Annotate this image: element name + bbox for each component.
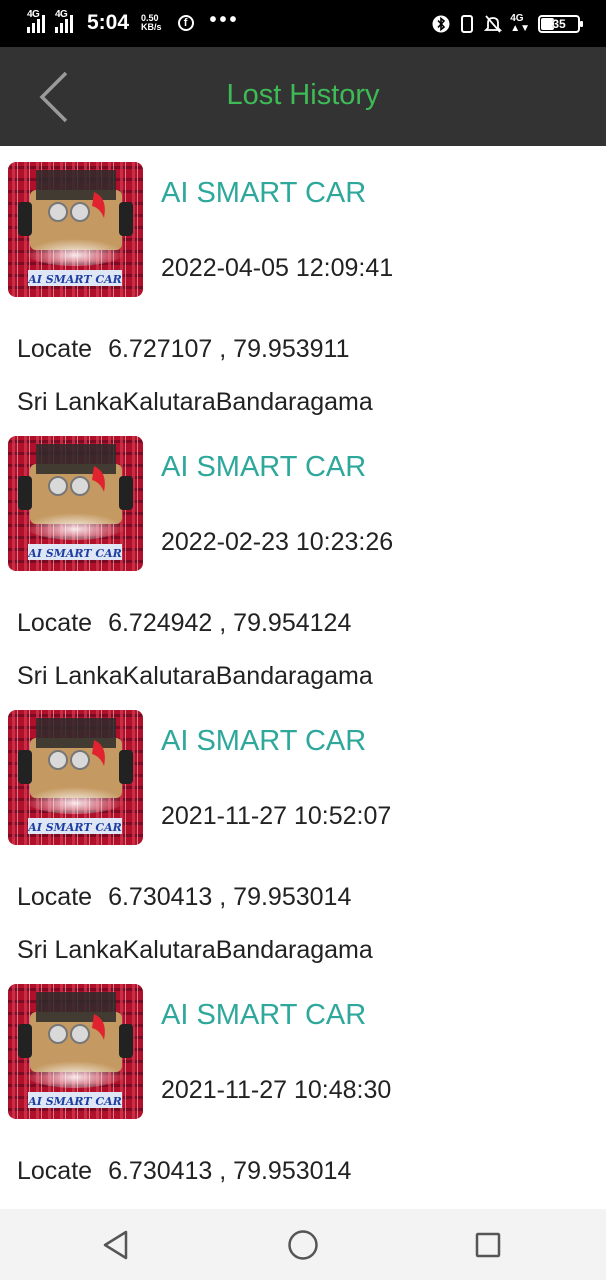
- nav-home-button[interactable]: [285, 1227, 321, 1263]
- history-record[interactable]: AI SMART CAR AI SMART CAR 2021-11-27 10:…: [0, 694, 606, 968]
- locate-label: Locate: [17, 335, 93, 363]
- notifications-off-icon: [484, 15, 503, 33]
- coordinates: 6.730413 , 79.953014: [108, 1157, 352, 1185]
- cell-signal-1-icon: 4G: [27, 9, 49, 33]
- triangle-back-icon: [103, 1230, 128, 1260]
- record-datetime: 2021-11-27 10:52:07: [161, 802, 392, 830]
- coordinates: 6.727107 , 79.953911: [108, 335, 350, 363]
- nav-recents-button[interactable]: [470, 1227, 506, 1263]
- network-speed: 0.50 KB/s: [141, 14, 162, 32]
- coordinates: 6.724942 , 79.954124: [108, 609, 352, 637]
- record-datetime: 2022-04-05 12:09:41: [161, 254, 394, 282]
- facebook-icon: f: [177, 15, 194, 31]
- car-thumbnail: AI SMART CAR: [8, 984, 143, 1119]
- thumbnail-caption: AI SMART CAR: [27, 1095, 122, 1108]
- locate-line: Locate 6.727107 , 79.953911: [17, 335, 350, 364]
- thumbnail-caption: AI SMART CAR: [27, 821, 122, 834]
- bluetooth-icon: [432, 15, 450, 33]
- address: Sri LankaKalutaraBandaragama: [17, 662, 373, 690]
- network-type-label: 4G: [55, 9, 68, 20]
- locate-line: Locate 6.730413 , 79.953014: [17, 883, 351, 912]
- system-nav-bar: [0, 1209, 606, 1280]
- car-thumbnail: AI SMART CAR: [8, 162, 143, 297]
- speed-unit: KB/s: [141, 22, 162, 32]
- lost-history-list: AI SMART CAR AI SMART CAR 2022-04-05 12:…: [0, 146, 606, 1209]
- clock: 5:04: [87, 11, 130, 34]
- mobile-data-icon: 4G ▲▼: [510, 13, 530, 34]
- device-name: AI SMART CAR: [161, 177, 367, 209]
- status-bar: 4G 4G 5:04 0.50 KB/s f ••• 4G ▲▼ 35: [0, 0, 606, 47]
- square-recents-icon: [475, 1232, 501, 1258]
- page-title: Lost History: [226, 79, 380, 111]
- battery-level: 35: [552, 17, 566, 31]
- smart-car-image: AI SMART CAR: [8, 710, 143, 845]
- device-name: AI SMART CAR: [161, 725, 367, 757]
- locate-label: Locate: [17, 609, 93, 637]
- app-toolbar: Lost History: [0, 47, 606, 146]
- thumbnail-caption: AI SMART CAR: [27, 273, 122, 286]
- thumbnail-caption: AI SMART CAR: [27, 547, 122, 560]
- car-thumbnail: AI SMART CAR: [8, 436, 143, 571]
- more-notifications-icon: •••: [209, 8, 240, 31]
- smart-car-image: AI SMART CAR: [8, 162, 143, 297]
- address: Sri LankaKalutaraBandaragama: [17, 936, 373, 964]
- cell-signal-2-icon: 4G: [55, 9, 77, 33]
- smart-car-image: AI SMART CAR: [8, 436, 143, 571]
- record-datetime: 2022-02-23 10:23:26: [161, 528, 394, 556]
- device-name: AI SMART CAR: [161, 451, 367, 483]
- history-record[interactable]: AI SMART CAR AI SMART CAR 2022-04-05 12:…: [0, 146, 606, 420]
- locate-line: Locate 6.730413 , 79.953014: [17, 1157, 351, 1186]
- mobile-data-label: 4G: [510, 13, 524, 24]
- history-record[interactable]: AI SMART CAR AI SMART CAR 2022-02-23 10:…: [0, 420, 606, 694]
- vibrate-icon: [458, 15, 476, 33]
- smart-car-image: AI SMART CAR: [8, 984, 143, 1119]
- address: Sri LankaKalutaraBandaragama: [17, 388, 373, 416]
- device-name: AI SMART CAR: [161, 999, 367, 1031]
- battery-icon: 35: [538, 15, 583, 33]
- record-datetime: 2021-11-27 10:48:30: [161, 1076, 392, 1104]
- history-record[interactable]: AI SMART CAR AI SMART CAR 2021-11-27 10:…: [0, 968, 606, 1209]
- locate-line: Locate 6.724942 , 79.954124: [17, 609, 351, 638]
- coordinates: 6.730413 , 79.953014: [108, 883, 352, 911]
- car-thumbnail: AI SMART CAR: [8, 710, 143, 845]
- locate-label: Locate: [17, 883, 93, 911]
- locate-label: Locate: [17, 1157, 93, 1185]
- nav-back-button[interactable]: [98, 1227, 134, 1263]
- circle-home-icon: [288, 1230, 318, 1260]
- network-type-label: 4G: [27, 9, 40, 20]
